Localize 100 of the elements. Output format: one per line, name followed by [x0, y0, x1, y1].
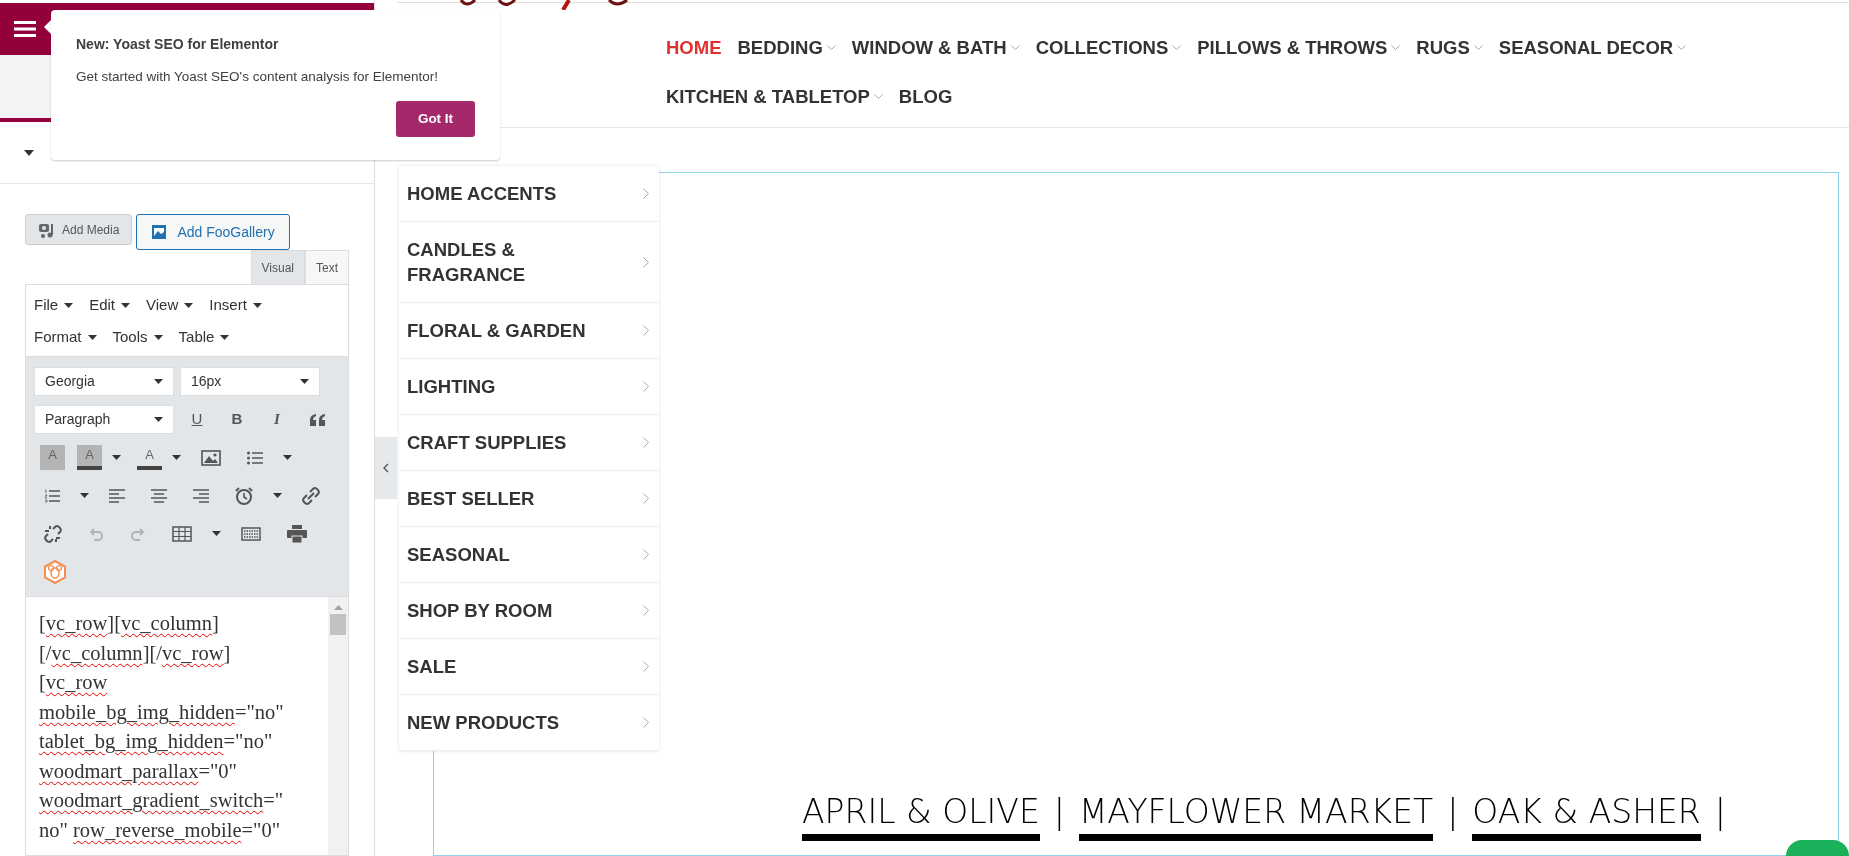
align-right-icon[interactable]	[193, 488, 209, 503]
menu-item[interactable]: File	[34, 291, 74, 319]
chevron-right-icon	[643, 381, 649, 392]
chevron-right-icon	[643, 605, 649, 616]
chevron-right-icon	[643, 493, 649, 504]
chevron-right-icon	[643, 661, 649, 672]
clock-icon[interactable]	[235, 486, 253, 505]
menu-icon[interactable]	[14, 21, 36, 37]
separator-text: |	[1447, 791, 1459, 833]
editor-text-line: [vc_row	[39, 670, 109, 695]
scrollbar-thumb[interactable]	[330, 614, 346, 635]
chevron-down-icon	[1473, 45, 1483, 50]
text-color-button[interactable]: A	[137, 445, 162, 470]
add-media-button[interactable]: Add Media	[25, 214, 133, 245]
menu-item[interactable]: Table	[178, 323, 230, 351]
editor-text-line: no" row_reverse_mobile="0"	[39, 817, 282, 843]
collapse-handle[interactable]	[375, 437, 397, 499]
chevron-right-icon	[643, 325, 649, 336]
caret-icon[interactable]	[172, 455, 181, 460]
nav-link[interactable]: RUGS	[1416, 33, 1483, 62]
caret-icon[interactable]	[112, 455, 121, 460]
menu-item[interactable]: View	[146, 291, 194, 319]
category-menu-item[interactable]: NEW PRODUCTS	[399, 695, 659, 751]
caret-icon[interactable]	[273, 493, 282, 498]
scrollbar[interactable]	[328, 597, 348, 855]
caret-icon[interactable]	[80, 493, 89, 498]
editor-text-line: [vc_row][vc_column]	[39, 611, 220, 636]
unlink-icon[interactable]	[44, 524, 62, 543]
category-menu-item[interactable]: SALE	[399, 639, 659, 695]
chevron-down-icon	[826, 45, 836, 50]
category-menu-item[interactable]: SEASONAL	[399, 527, 659, 583]
bullet-list-icon[interactable]	[247, 450, 263, 465]
separator-text: |	[1714, 791, 1726, 833]
caret-icon	[154, 417, 163, 422]
caret-icon	[300, 379, 309, 384]
image-icon	[151, 224, 168, 240]
caret-icon[interactable]	[24, 149, 34, 156]
caret-icon	[154, 379, 163, 384]
category-menu-item[interactable]: BEST SELLER	[399, 471, 659, 527]
editor-tab[interactable]: Visual	[250, 250, 305, 284]
dropdown-select[interactable]: 16px	[180, 367, 320, 396]
nav-link[interactable]: BEDDING	[737, 33, 836, 62]
chevron-down-icon	[1677, 45, 1687, 50]
bold-button[interactable]: B	[220, 405, 254, 434]
caret-icon	[220, 334, 230, 340]
menu-item[interactable]: Tools	[112, 323, 163, 351]
caret-icon[interactable]	[212, 531, 221, 536]
align-center-icon[interactable]	[151, 488, 167, 503]
popup-title: New: Yoast SEO for Elementor	[76, 35, 280, 54]
italic-button[interactable]: I	[260, 405, 294, 434]
nav-link[interactable]: KITCHEN & TABLETOP	[666, 82, 883, 111]
nav-link[interactable]: WINDOW & BATH	[851, 33, 1020, 62]
chevron-right-icon	[643, 717, 649, 728]
link-icon[interactable]	[302, 486, 320, 505]
dropdown-select[interactable]: Paragraph	[34, 405, 174, 434]
menu-item[interactable]: Edit	[89, 291, 131, 319]
brand-link[interactable]: APRIL & OLIVE	[802, 790, 1040, 841]
editor-text-line: mobile_bg_img_hidden="no"	[39, 699, 285, 726]
table-icon[interactable]	[172, 525, 192, 542]
floating-button[interactable]	[1786, 840, 1849, 856]
brand-link[interactable]: OAK & ASHER	[1472, 790, 1701, 841]
chevron-right-icon	[643, 549, 649, 560]
caret-icon	[64, 302, 74, 308]
chevron-right-icon	[643, 437, 649, 448]
category-menu-item[interactable]: SHOP BY ROOM	[399, 583, 659, 639]
category-menu-item[interactable]: FLORAL & GARDEN	[399, 303, 659, 359]
category-menu-item[interactable]: CANDLES & FRAGRANCE	[399, 222, 659, 303]
chevron-down-icon	[1010, 45, 1020, 50]
keyboard-icon[interactable]	[241, 526, 261, 541]
menu-item[interactable]: Format	[34, 323, 97, 351]
caret-icon	[121, 302, 131, 308]
chevron-right-icon	[643, 256, 649, 268]
chevron-left-icon	[383, 463, 389, 473]
print-icon[interactable]	[287, 524, 307, 543]
editor-tab[interactable]: Text	[305, 250, 349, 284]
got-it-button[interactable]: Got It	[396, 101, 475, 138]
nav-link[interactable]: HOME	[666, 33, 722, 62]
brand-link[interactable]: MAYFLOWER MARKET	[1078, 790, 1434, 841]
chevron-right-icon	[643, 188, 649, 199]
chevron-down-icon	[1391, 45, 1401, 50]
numbered-list-icon[interactable]	[44, 488, 60, 503]
editor-text-line: woodmart_parallax="0"	[39, 758, 238, 785]
underline-button[interactable]: U	[180, 405, 214, 434]
editor-text-line: [/vc_column][/vc_row]	[39, 640, 232, 666]
caret-icon	[87, 334, 97, 340]
caret-icon	[184, 302, 194, 308]
align-left-icon[interactable]	[109, 488, 125, 503]
dropdown-select[interactable]: Georgia	[34, 367, 174, 396]
category-menu-item[interactable]: HOME ACCENTS	[399, 166, 659, 222]
menu-item[interactable]: Insert	[209, 291, 262, 319]
nav-link[interactable]: COLLECTIONS	[1035, 33, 1182, 62]
image-icon[interactable]	[201, 449, 221, 466]
nav-link[interactable]: SEASONAL DECOR	[1498, 33, 1687, 62]
add-gallery-button[interactable]: Add FooGallery	[136, 214, 290, 250]
caret-icon[interactable]	[283, 455, 292, 460]
nav-link[interactable]: BLOG	[898, 82, 953, 111]
quote-icon[interactable]	[310, 413, 326, 426]
category-menu-item[interactable]: CRAFT SUPPLIES	[399, 415, 659, 471]
category-menu-item[interactable]: LIGHTING	[399, 359, 659, 415]
nav-link[interactable]: PILLOWS & THROWS	[1197, 33, 1401, 62]
